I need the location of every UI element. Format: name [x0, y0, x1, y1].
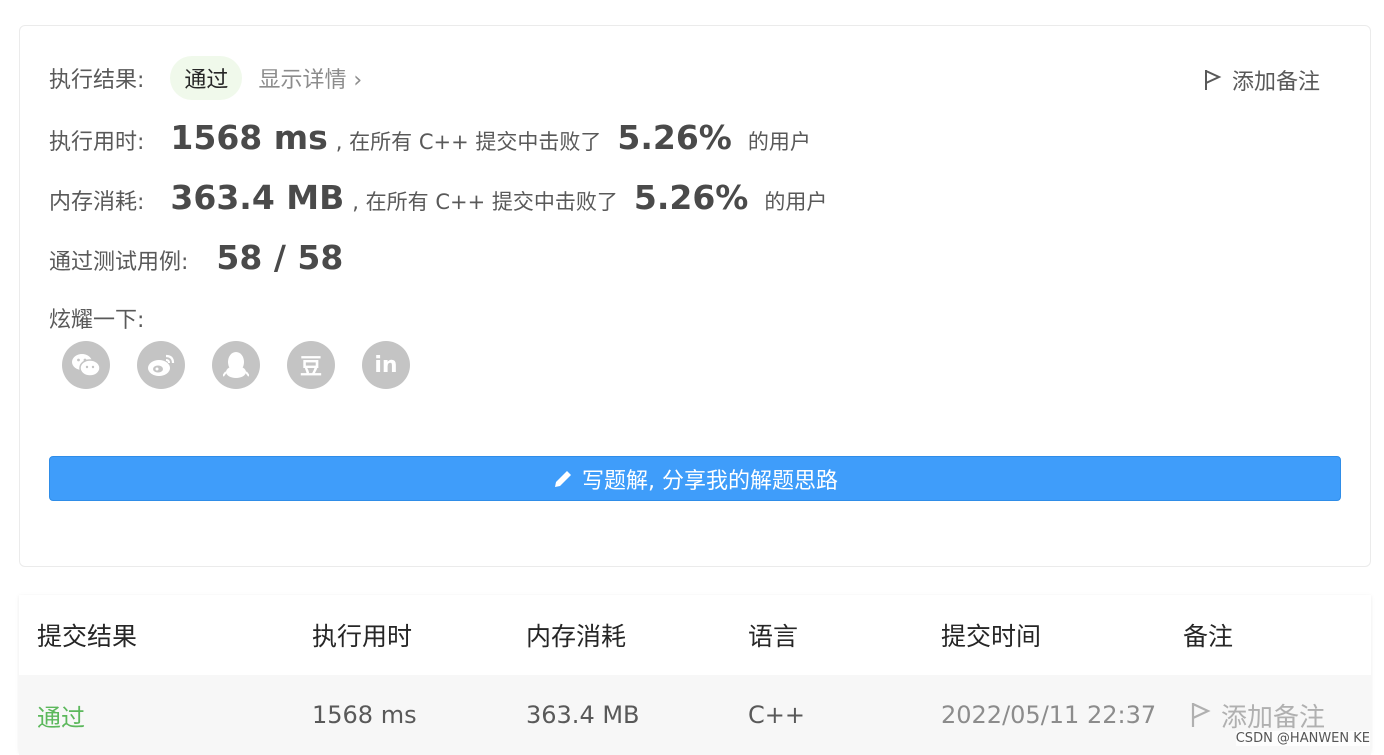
write-solution-button[interactable]: 写题解, 分享我的解题思路: [49, 456, 1341, 501]
testcases-label: 通过测试用例:: [49, 244, 188, 276]
memory-label: 内存消耗:: [49, 184, 144, 216]
submission-table: 提交结果 执行用时 内存消耗 语言 提交时间 备注 通过 1568 ms 363…: [19, 595, 1371, 752]
row-language: C++: [748, 675, 805, 755]
result-card: 执行结果: 通过 显示详情 › 添加备注 执行用时: 1568 ms , 在所有…: [19, 25, 1371, 567]
linkedin-icon[interactable]: in: [362, 341, 410, 389]
share-label: 炫耀一下:: [49, 302, 144, 334]
linkedin-glyph: in: [374, 353, 397, 378]
runtime-beat-text: , 在所有 C++ 提交中击败了: [336, 126, 602, 156]
flag-icon: [1204, 68, 1222, 92]
row-submit-time: 2022/05/11 22:37: [941, 675, 1156, 755]
douban-glyph: 豆: [300, 349, 322, 381]
result-label: 执行结果:: [49, 62, 144, 94]
row-status[interactable]: 通过: [37, 675, 85, 755]
testcases-row: 通过测试用例: 58 / 58: [49, 238, 351, 277]
table-row[interactable]: 通过 1568 ms 363.4 MB C++ 2022/05/11 22:37…: [19, 675, 1371, 755]
douban-icon[interactable]: 豆: [287, 341, 335, 389]
runtime-value: 1568 ms: [170, 118, 327, 157]
memory-beat-text: , 在所有 C++ 提交中击败了: [352, 186, 618, 216]
header-memory: 内存消耗: [526, 595, 626, 675]
memory-suffix: 的用户: [764, 186, 827, 216]
table-header: 提交结果 执行用时 内存消耗 语言 提交时间 备注: [19, 595, 1371, 675]
memory-percent: 5.26%: [634, 178, 749, 217]
result-row: 执行结果: 通过 显示详情 ›: [49, 56, 362, 100]
write-solution-label: 写题解, 分享我的解题思路: [582, 463, 838, 495]
watermark: CSDN @HANWEN KE: [1236, 731, 1370, 746]
row-memory: 363.4 MB: [526, 675, 640, 755]
testcases-value: 58 / 58: [216, 238, 343, 277]
runtime-label: 执行用时:: [49, 124, 144, 156]
flag-icon: [1191, 701, 1211, 729]
show-details-link[interactable]: 显示详情 ›: [258, 62, 362, 94]
runtime-suffix: 的用户: [748, 126, 811, 156]
share-icons: 豆 in: [62, 341, 437, 389]
status-badge: 通过: [170, 56, 242, 100]
row-runtime: 1568 ms: [312, 675, 417, 755]
runtime-row: 执行用时: 1568 ms , 在所有 C++ 提交中击败了 5.26% 的用户: [49, 118, 811, 157]
runtime-percent: 5.26%: [617, 118, 732, 157]
row-note-label: 添加备注: [1221, 697, 1325, 734]
pencil-icon: [552, 468, 574, 490]
add-note-label: 添加备注: [1232, 64, 1320, 96]
qq-icon[interactable]: [212, 341, 260, 389]
header-status: 提交结果: [37, 595, 137, 675]
memory-row: 内存消耗: 363.4 MB , 在所有 C++ 提交中击败了 5.26% 的用…: [49, 178, 827, 217]
add-note-button[interactable]: 添加备注: [1204, 64, 1320, 96]
wechat-icon[interactable]: [62, 341, 110, 389]
weibo-icon[interactable]: [137, 341, 185, 389]
header-submit-time: 提交时间: [941, 595, 1041, 675]
share-row-label: 炫耀一下:: [49, 302, 144, 334]
header-note: 备注: [1183, 595, 1233, 675]
header-runtime: 执行用时: [312, 595, 412, 675]
memory-value: 363.4 MB: [170, 178, 344, 217]
header-language: 语言: [748, 595, 798, 675]
